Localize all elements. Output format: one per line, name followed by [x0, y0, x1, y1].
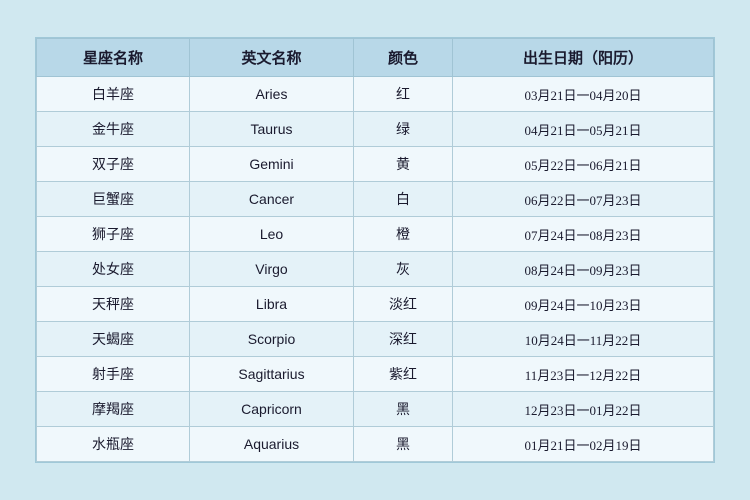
table-row: 金牛座Taurus绿04月21日一05月21日: [37, 112, 714, 147]
table-row: 狮子座Leo橙07月24日一08月23日: [37, 217, 714, 252]
cell-color: 黑: [354, 427, 453, 462]
cell-english: Aquarius: [189, 427, 353, 462]
cell-dates: 10月24日一11月22日: [453, 322, 714, 357]
cell-chinese: 射手座: [37, 357, 190, 392]
table-row: 射手座Sagittarius紫红11月23日一12月22日: [37, 357, 714, 392]
cell-color: 白: [354, 182, 453, 217]
cell-english: Scorpio: [189, 322, 353, 357]
cell-chinese: 处女座: [37, 252, 190, 287]
cell-english: Leo: [189, 217, 353, 252]
cell-dates: 11月23日一12月22日: [453, 357, 714, 392]
table-row: 巨蟹座Cancer白06月22日一07月23日: [37, 182, 714, 217]
zodiac-table-container: 星座名称 英文名称 颜色 出生日期（阳历） 白羊座Aries红03月21日一04…: [35, 37, 715, 463]
cell-chinese: 天蝎座: [37, 322, 190, 357]
cell-color: 红: [354, 77, 453, 112]
col-header-dates: 出生日期（阳历）: [453, 39, 714, 77]
cell-dates: 06月22日一07月23日: [453, 182, 714, 217]
cell-chinese: 天秤座: [37, 287, 190, 322]
cell-english: Gemini: [189, 147, 353, 182]
cell-chinese: 金牛座: [37, 112, 190, 147]
cell-color: 灰: [354, 252, 453, 287]
cell-english: Libra: [189, 287, 353, 322]
cell-dates: 01月21日一02月19日: [453, 427, 714, 462]
table-body: 白羊座Aries红03月21日一04月20日金牛座Taurus绿04月21日一0…: [37, 77, 714, 462]
cell-color: 绿: [354, 112, 453, 147]
cell-chinese: 摩羯座: [37, 392, 190, 427]
cell-color: 紫红: [354, 357, 453, 392]
cell-english: Virgo: [189, 252, 353, 287]
table-row: 天蝎座Scorpio深红10月24日一11月22日: [37, 322, 714, 357]
zodiac-table: 星座名称 英文名称 颜色 出生日期（阳历） 白羊座Aries红03月21日一04…: [36, 38, 714, 462]
cell-color: 深红: [354, 322, 453, 357]
table-row: 处女座Virgo灰08月24日一09月23日: [37, 252, 714, 287]
table-row: 白羊座Aries红03月21日一04月20日: [37, 77, 714, 112]
cell-dates: 08月24日一09月23日: [453, 252, 714, 287]
cell-chinese: 狮子座: [37, 217, 190, 252]
cell-dates: 04月21日一05月21日: [453, 112, 714, 147]
col-header-color: 颜色: [354, 39, 453, 77]
cell-english: Taurus: [189, 112, 353, 147]
cell-dates: 05月22日一06月21日: [453, 147, 714, 182]
cell-dates: 03月21日一04月20日: [453, 77, 714, 112]
cell-english: Sagittarius: [189, 357, 353, 392]
cell-chinese: 水瓶座: [37, 427, 190, 462]
col-header-english: 英文名称: [189, 39, 353, 77]
cell-chinese: 巨蟹座: [37, 182, 190, 217]
cell-color: 橙: [354, 217, 453, 252]
cell-dates: 12月23日一01月22日: [453, 392, 714, 427]
cell-color: 黑: [354, 392, 453, 427]
cell-color: 淡红: [354, 287, 453, 322]
cell-english: Capricorn: [189, 392, 353, 427]
col-header-chinese: 星座名称: [37, 39, 190, 77]
cell-dates: 09月24日一10月23日: [453, 287, 714, 322]
cell-dates: 07月24日一08月23日: [453, 217, 714, 252]
cell-english: Aries: [189, 77, 353, 112]
cell-chinese: 双子座: [37, 147, 190, 182]
table-header-row: 星座名称 英文名称 颜色 出生日期（阳历）: [37, 39, 714, 77]
cell-english: Cancer: [189, 182, 353, 217]
table-row: 天秤座Libra淡红09月24日一10月23日: [37, 287, 714, 322]
table-row: 水瓶座Aquarius黑01月21日一02月19日: [37, 427, 714, 462]
table-row: 双子座Gemini黄05月22日一06月21日: [37, 147, 714, 182]
table-row: 摩羯座Capricorn黑12月23日一01月22日: [37, 392, 714, 427]
cell-color: 黄: [354, 147, 453, 182]
cell-chinese: 白羊座: [37, 77, 190, 112]
